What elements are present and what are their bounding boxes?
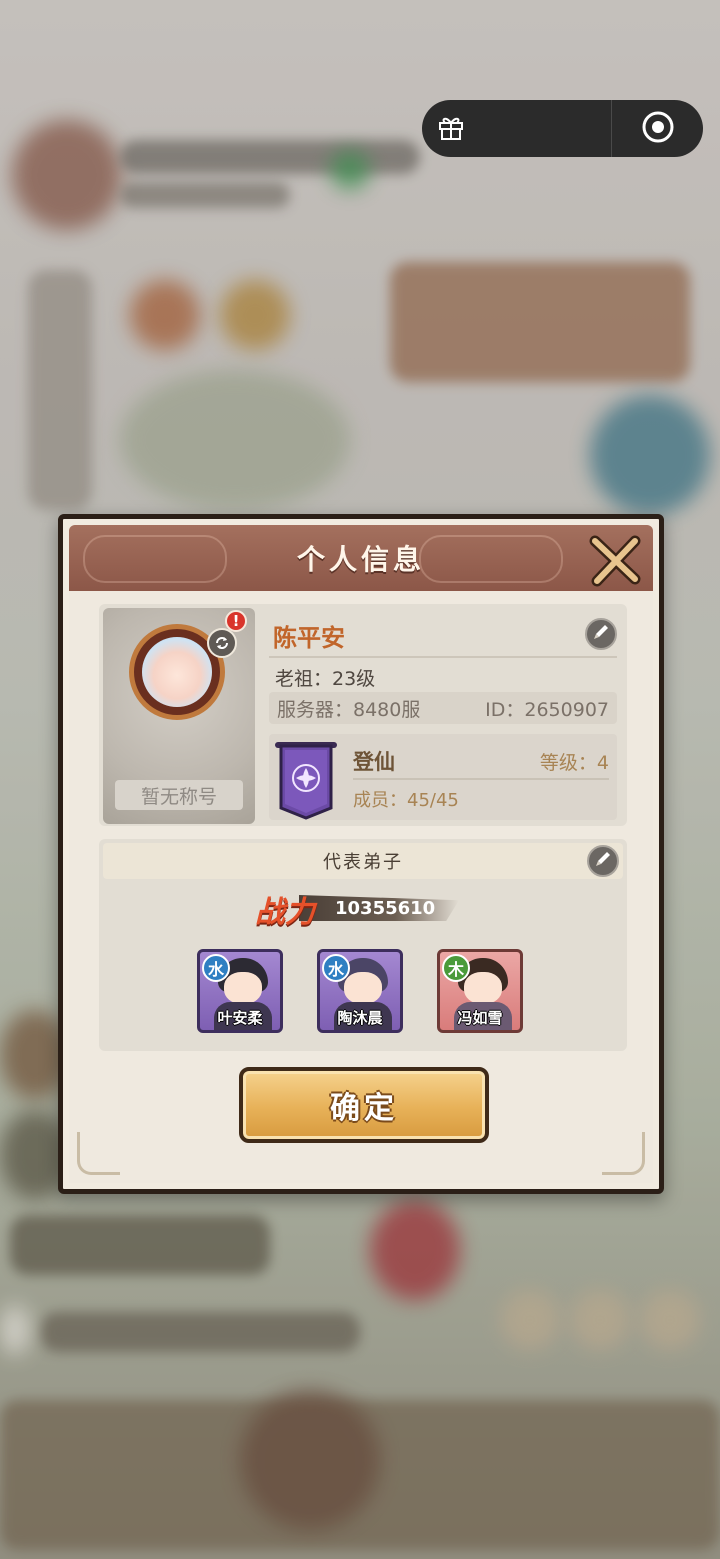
corner-ornament	[77, 1132, 120, 1175]
confirm-label: 确定	[330, 1091, 398, 1126]
combat-power: 战力 10355610	[255, 887, 465, 930]
alert-badge: !	[225, 610, 247, 632]
menu-capsule	[422, 100, 703, 157]
avatar-portrait	[142, 637, 212, 707]
power-value: 10355610	[335, 898, 436, 919]
disciple-name: 冯如雪	[457, 1009, 503, 1027]
disciple-cards: 水 叶安柔 水 陶沐晨 木 冯如雪	[197, 949, 529, 1039]
dialog-header: 个人信息	[69, 525, 653, 591]
corner-ornament	[602, 1132, 645, 1175]
power-label: 战力	[255, 895, 315, 930]
disciple-name: 陶沐晨	[337, 1009, 383, 1027]
player-id: ID：2650907	[485, 698, 609, 721]
water-element-icon: 水	[202, 954, 230, 982]
wood-element-icon: 木	[442, 954, 470, 982]
target-icon	[641, 110, 675, 148]
gift-icon	[436, 112, 466, 146]
disciple-card[interactable]: 水 叶安柔	[197, 949, 283, 1033]
player-level: 老祖：23级	[275, 668, 376, 690]
gift-button[interactable]	[422, 100, 612, 157]
disciple-name: 叶安柔	[217, 1009, 263, 1027]
disciple-card[interactable]: 木 冯如雪	[437, 949, 523, 1033]
edit-disciples-button[interactable]	[587, 845, 619, 877]
brush-icon	[592, 623, 610, 645]
disciple-face	[224, 972, 262, 1004]
profile-panel: ! 暂无称号 陈平安 老祖：23级 服务器：8480服 ID：2650907 登…	[99, 604, 627, 826]
player-name: 陈平安	[273, 624, 345, 652]
water-element-icon: 水	[322, 954, 350, 982]
guild-box[interactable]: 登仙 等级：4 成员：45/45	[269, 734, 617, 820]
guild-banner-icon	[271, 738, 341, 822]
disciples-header-label: 代表弟子	[323, 852, 403, 873]
title-plate[interactable]: 暂无称号	[115, 780, 243, 810]
avatar-box: ! 暂无称号	[103, 608, 255, 824]
guild-members: 成员：45/45	[353, 790, 459, 811]
disciples-header: 代表弟子	[103, 843, 623, 879]
edit-name-button[interactable]	[585, 618, 617, 650]
dialog-title: 个人信息	[296, 543, 425, 576]
server-row: 服务器：8480服 ID：2650907	[269, 692, 617, 724]
server-text: 服务器：8480服	[277, 698, 421, 721]
disciple-face	[464, 972, 502, 1004]
disciple-face	[344, 972, 382, 1004]
divider	[353, 778, 609, 780]
close-button[interactable]	[587, 533, 643, 589]
disciples-panel: 代表弟子 战力 10355610 水 叶安柔 水 陶沐晨 木 冯如雪	[99, 839, 627, 1051]
profile-dialog: 个人信息 ! 暂无称号 陈平安 老祖：23级 服务器：8480服 ID：2650…	[58, 514, 664, 1194]
brush-icon	[594, 850, 612, 873]
close-miniprogram-button[interactable]	[612, 110, 703, 148]
confirm-button[interactable]: 确定	[239, 1067, 489, 1143]
guild-name: 登仙	[353, 750, 395, 774]
guild-level: 等级：4	[539, 752, 609, 774]
switch-avatar-icon[interactable]	[207, 628, 237, 658]
disciple-card[interactable]: 水 陶沐晨	[317, 949, 403, 1033]
name-row: 陈平安	[269, 612, 617, 658]
